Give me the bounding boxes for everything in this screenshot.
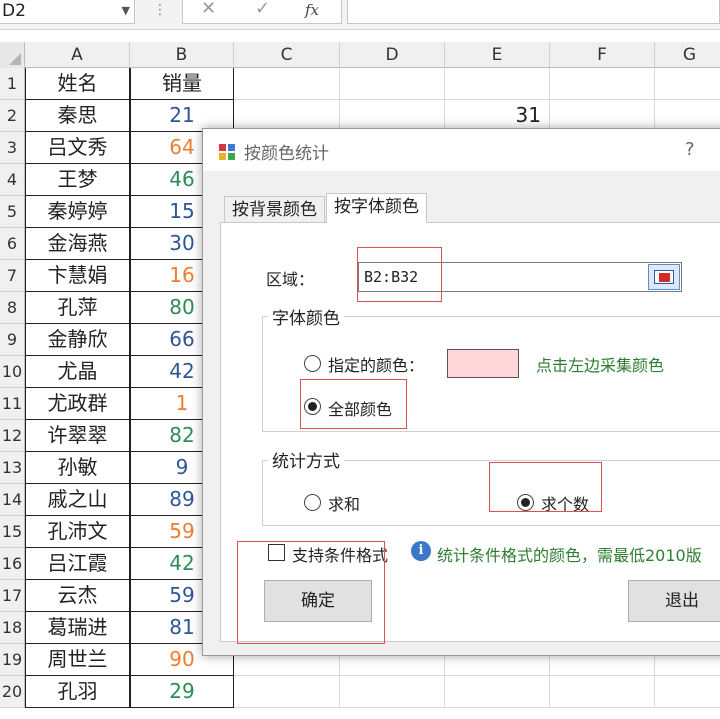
column-header-e[interactable]: E	[445, 42, 550, 68]
ok-button[interactable]: 确定	[264, 580, 372, 622]
cell-a18[interactable]: 葛瑞进	[25, 612, 130, 644]
row-header-17[interactable]: 17	[0, 580, 25, 612]
column-header-d[interactable]: D	[340, 42, 445, 68]
cell-g1[interactable]	[655, 68, 720, 100]
cell-b20[interactable]: 29	[130, 676, 234, 708]
row-header-12[interactable]: 12	[0, 420, 25, 452]
font-color-group-title: 字体颜色	[268, 304, 344, 329]
cell-g20[interactable]	[655, 676, 720, 708]
cell-b1[interactable]: 销量	[130, 68, 234, 100]
radio-count[interactable]	[517, 494, 534, 511]
tab-background-color[interactable]: 按背景颜色	[224, 196, 325, 223]
cell-a3[interactable]: 吕文秀	[25, 132, 130, 164]
cell-f1[interactable]	[550, 68, 655, 100]
cell-a9[interactable]: 金静欣	[25, 324, 130, 356]
specified-color-label: 指定的颜色：	[328, 356, 425, 375]
row-header-4[interactable]: 4	[0, 164, 25, 196]
all-colors-label: 全部颜色	[328, 400, 393, 419]
range-arrow-icon	[659, 273, 670, 282]
info-icon: i	[411, 541, 431, 561]
row-header-11[interactable]: 11	[0, 388, 25, 420]
row-header-5[interactable]: 5	[0, 196, 25, 228]
row-header-2[interactable]: 2	[0, 100, 25, 132]
confirm-icon[interactable]: ✓	[255, 0, 270, 19]
range-select-button[interactable]	[648, 264, 680, 290]
sum-label: 求和	[328, 495, 361, 514]
radio-sum[interactable]	[304, 494, 321, 511]
row-header-1[interactable]: 1	[0, 68, 25, 100]
row-header-3[interactable]: 3	[0, 132, 25, 164]
cell-a6[interactable]: 金海燕	[25, 228, 130, 260]
insert-function-icon[interactable]: fx	[305, 1, 319, 19]
formula-buttons: ✕ ✓ fx	[182, 0, 342, 24]
dialog-title: 按颜色统计	[244, 144, 329, 164]
radio-specified-color[interactable]	[304, 355, 321, 372]
name-box[interactable]: D2 ▼	[0, 0, 135, 24]
name-box-value: D2	[2, 1, 26, 21]
range-label: 区域：	[266, 270, 315, 289]
pick-color-hint: 点击左边采集颜色	[536, 356, 665, 375]
cell-a7[interactable]: 卞慧娟	[25, 260, 130, 292]
help-icon[interactable]: ?	[685, 139, 695, 160]
cell-a15[interactable]: 孔沛文	[25, 516, 130, 548]
column-headers: A B C D E F G	[0, 42, 720, 68]
row-header-9[interactable]: 9	[0, 324, 25, 356]
cell-a17[interactable]: 云杰	[25, 580, 130, 612]
cancel-icon[interactable]: ✕	[201, 0, 216, 19]
conditional-format-label: 支持条件格式	[292, 546, 389, 565]
formula-input[interactable]	[347, 0, 720, 24]
row-header-15[interactable]: 15	[0, 516, 25, 548]
color-swatch[interactable]	[447, 349, 519, 378]
tab-font-color[interactable]: 按字体颜色	[326, 193, 427, 223]
cell-a4[interactable]: 王梦	[25, 164, 130, 196]
cell-d1[interactable]	[340, 68, 445, 100]
row-header-6[interactable]: 6	[0, 228, 25, 260]
cell-a1[interactable]: 姓名	[25, 68, 130, 100]
row-header-7[interactable]: 7	[0, 260, 25, 292]
dialog-titlebar[interactable]: 按颜色统计 ?	[203, 129, 720, 171]
chevron-down-icon[interactable]: ▼	[122, 0, 130, 22]
column-header-b[interactable]: B	[130, 42, 234, 68]
conditional-format-checkbox[interactable]	[268, 544, 285, 561]
row-header-10[interactable]: 10	[0, 356, 25, 388]
formula-bar: D2 ▼ ⋮ ✕ ✓ fx	[0, 0, 720, 30]
row-header-8[interactable]: 8	[0, 292, 25, 324]
cell-a12[interactable]: 许翠翠	[25, 420, 130, 452]
exit-button[interactable]: 退出	[628, 580, 720, 622]
count-label: 求个数	[541, 495, 590, 514]
cell-a19[interactable]: 周世兰	[25, 644, 130, 676]
cell-c20[interactable]	[234, 676, 340, 708]
cell-a5[interactable]: 秦婷婷	[25, 196, 130, 228]
range-input[interactable]: B2:B32	[358, 262, 682, 292]
stat-method-group-title: 统计方式	[268, 447, 344, 472]
cell-e1[interactable]	[445, 68, 550, 100]
cell-a2[interactable]: 秦思	[25, 100, 130, 132]
cell-a8[interactable]: 孔萍	[25, 292, 130, 324]
cell-f20[interactable]	[550, 676, 655, 708]
info-text: 统计条件格式的颜色，需最低2010版	[437, 546, 702, 565]
column-header-f[interactable]: F	[550, 42, 655, 68]
row-header-14[interactable]: 14	[0, 484, 25, 516]
select-all-corner[interactable]	[0, 42, 25, 68]
column-header-g[interactable]: G	[655, 42, 720, 68]
cell-c1[interactable]	[234, 68, 340, 100]
row-header-20[interactable]: 20	[0, 676, 25, 708]
cell-e20[interactable]	[445, 676, 550, 708]
cell-a10[interactable]: 尤晶	[25, 356, 130, 388]
cell-a13[interactable]: 孙敏	[25, 452, 130, 484]
cell-a14[interactable]: 戚之山	[25, 484, 130, 516]
cell-d20[interactable]	[340, 676, 445, 708]
column-header-c[interactable]: C	[234, 42, 340, 68]
cell-a11[interactable]: 尤政群	[25, 388, 130, 420]
column-header-a[interactable]: A	[25, 42, 130, 68]
row-header-18[interactable]: 18	[0, 612, 25, 644]
cell-a20[interactable]: 孔羽	[25, 676, 130, 708]
row-header-13[interactable]: 13	[0, 452, 25, 484]
cell-a16[interactable]: 吕江霞	[25, 548, 130, 580]
app-icon	[219, 144, 236, 161]
radio-all-colors[interactable]	[304, 398, 321, 415]
row-header-16[interactable]: 16	[0, 548, 25, 580]
more-options-icon: ⋮	[153, 2, 167, 18]
row-header-19[interactable]: 19	[0, 644, 25, 676]
